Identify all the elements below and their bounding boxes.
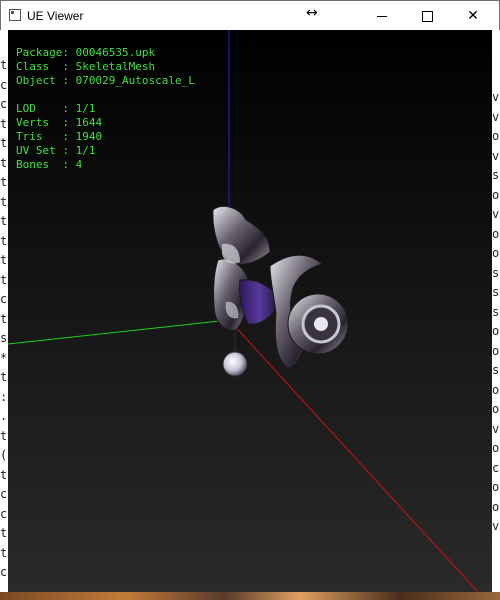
info-verts-label: Verts : bbox=[16, 116, 69, 129]
window-title: UE Viewer bbox=[27, 9, 84, 23]
info-bones-label: Bones : bbox=[16, 158, 69, 171]
background-text-glyph: o bbox=[492, 382, 500, 397]
info-bones-value: 4 bbox=[75, 158, 83, 171]
3d-viewport[interactable]: Package: 00046535.upk Class : SkeletalMe… bbox=[8, 30, 492, 592]
minimize-button[interactable] bbox=[359, 1, 405, 31]
background-text-glyph: o bbox=[492, 343, 500, 358]
background-text-glyph: s bbox=[492, 168, 500, 182]
info-bones: Bones : 4 bbox=[16, 158, 82, 172]
background-text-glyph: t bbox=[0, 136, 8, 150]
background-text-glyph: v bbox=[492, 90, 500, 104]
background-text-glyph: o bbox=[492, 187, 500, 202]
background-text-glyph: v bbox=[492, 207, 500, 221]
background-text-glyph: c bbox=[0, 565, 8, 579]
axis-x-line bbox=[228, 319, 479, 592]
background-text-glyph: c bbox=[0, 506, 8, 521]
background-text-glyph: t bbox=[0, 155, 8, 170]
background-text-glyph: t bbox=[0, 116, 8, 131]
background-text-glyph: c bbox=[0, 487, 8, 501]
close-button[interactable]: ✕ bbox=[450, 1, 496, 31]
info-package-value: 00046535.upk bbox=[75, 46, 156, 59]
background-text-glyph: o bbox=[492, 441, 500, 455]
background-text-glyph: c bbox=[0, 292, 8, 306]
background-text-glyph: t bbox=[0, 428, 8, 443]
maximize-icon bbox=[421, 10, 433, 22]
info-uvset-label: UV Set : bbox=[16, 144, 69, 157]
background-text-glyph: * bbox=[0, 350, 8, 365]
background-text-glyph: t bbox=[0, 194, 8, 209]
info-package: Package: 00046535.upk bbox=[16, 46, 155, 60]
background-text-glyph: o bbox=[492, 480, 500, 494]
background-text-glyph: t bbox=[0, 233, 8, 248]
maximize-button[interactable] bbox=[404, 1, 450, 31]
background-text-glyph: o bbox=[492, 402, 500, 416]
info-tris-label: Tris : bbox=[16, 130, 69, 143]
background-text-glyph: ( bbox=[0, 448, 8, 462]
info-class-value: SkeletalMesh bbox=[75, 60, 156, 73]
background-text-glyph: o bbox=[492, 499, 500, 514]
info-class-label: Class : bbox=[16, 60, 69, 73]
background-text-glyph: o bbox=[492, 129, 500, 143]
background-text-glyph: t bbox=[0, 526, 8, 540]
background-text-glyph: s bbox=[492, 285, 500, 299]
background-text-glyph: : bbox=[0, 389, 8, 404]
background-text-glyph: s bbox=[492, 265, 500, 280]
background-text-glyph: s bbox=[492, 363, 500, 377]
background-window-right: vvovsovoosssoosoovocoov bbox=[492, 30, 500, 592]
background-text-glyph: t bbox=[0, 467, 8, 482]
info-object-value: 070029_Autoscale_L bbox=[75, 74, 195, 87]
info-lod-label: LOD : bbox=[16, 102, 69, 115]
background-text-glyph: s bbox=[492, 304, 500, 319]
background-text-glyph: t bbox=[0, 545, 8, 560]
background-text-glyph: o bbox=[492, 246, 500, 260]
minimize-icon bbox=[377, 15, 387, 17]
title-bar[interactable]: UE Viewer ↔ ✕ bbox=[1, 1, 499, 31]
app-icon bbox=[9, 9, 21, 21]
background-text-glyph: s bbox=[0, 331, 8, 345]
background-text-glyph: t bbox=[0, 272, 8, 287]
info-object: Object : 070029_Autoscale_L bbox=[16, 74, 195, 88]
background-window-left: t c c t t t t t t t t t c t s * t:. t(t c c t t c bbox=[0, 30, 8, 592]
background-text-glyph: t bbox=[0, 175, 8, 189]
info-lod: LOD : 1/1 bbox=[16, 102, 95, 116]
info-object-label: Object : bbox=[16, 74, 69, 87]
background-text-glyph: o bbox=[492, 226, 500, 241]
info-class: Class : SkeletalMesh bbox=[16, 60, 155, 74]
background-text-glyph: v bbox=[492, 109, 500, 124]
background-text-glyph: t bbox=[0, 370, 8, 384]
info-verts: Verts : 1644 bbox=[16, 116, 102, 130]
info-lod-value: 1/1 bbox=[75, 102, 96, 115]
background-text-glyph: v bbox=[492, 519, 500, 533]
info-tris: Tris : 1940 bbox=[16, 130, 102, 144]
background-text-glyph: c bbox=[492, 460, 500, 475]
close-icon: ✕ bbox=[467, 8, 479, 24]
info-package-label: Package: bbox=[16, 46, 69, 59]
resize-cursor-icon: ↔ bbox=[306, 5, 318, 21]
background-text-glyph: t bbox=[0, 58, 8, 72]
info-verts-value: 1644 bbox=[75, 116, 103, 129]
axis-y-line bbox=[8, 319, 230, 345]
desktop-background-strip bbox=[0, 592, 500, 600]
background-text-glyph: v bbox=[492, 421, 500, 436]
background-text-glyph: v bbox=[492, 148, 500, 163]
background-text-glyph: c bbox=[0, 77, 8, 92]
info-uvset-value: 1/1 bbox=[75, 144, 96, 157]
background-text-glyph: t bbox=[0, 311, 8, 326]
background-text-glyph: . bbox=[0, 409, 8, 423]
background-text-glyph: t bbox=[0, 214, 8, 228]
background-text-glyph: t bbox=[0, 253, 8, 267]
skeletal-mesh-model bbox=[212, 205, 349, 377]
background-text-glyph: c bbox=[0, 97, 8, 111]
info-tris-value: 1940 bbox=[75, 130, 103, 143]
background-text-glyph: o bbox=[492, 324, 500, 338]
info-uvset: UV Set : 1/1 bbox=[16, 144, 95, 158]
